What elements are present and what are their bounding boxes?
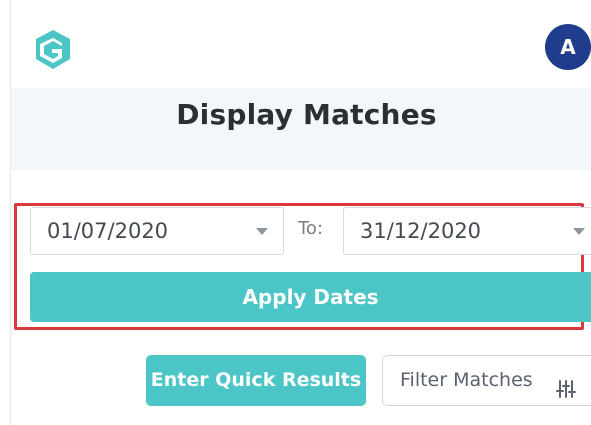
to-label: To: <box>298 218 324 239</box>
avatar[interactable]: A <box>545 24 591 70</box>
filter-matches-label: Filter Matches <box>400 369 533 391</box>
chevron-down-icon <box>573 228 585 235</box>
enter-quick-results-button[interactable]: Enter Quick Results <box>146 355 366 406</box>
to-date-select[interactable]: 31/12/2020 <box>343 207 591 255</box>
display-matches-page: A Display Matches 01/07/2020 To: 31/12/2… <box>0 0 591 425</box>
page-title: Display Matches <box>176 98 437 131</box>
sliders-icon <box>555 370 577 398</box>
chevron-down-icon <box>256 228 268 235</box>
filter-matches-button[interactable]: Filter Matches <box>382 355 591 406</box>
apply-dates-button[interactable]: Apply Dates <box>30 272 591 322</box>
to-date-value: 31/12/2020 <box>360 219 482 243</box>
from-date-select[interactable]: 01/07/2020 <box>30 207 284 255</box>
g-logo-icon[interactable] <box>27 24 79 76</box>
from-date-value: 01/07/2020 <box>47 219 169 243</box>
top-bar <box>11 0 591 88</box>
